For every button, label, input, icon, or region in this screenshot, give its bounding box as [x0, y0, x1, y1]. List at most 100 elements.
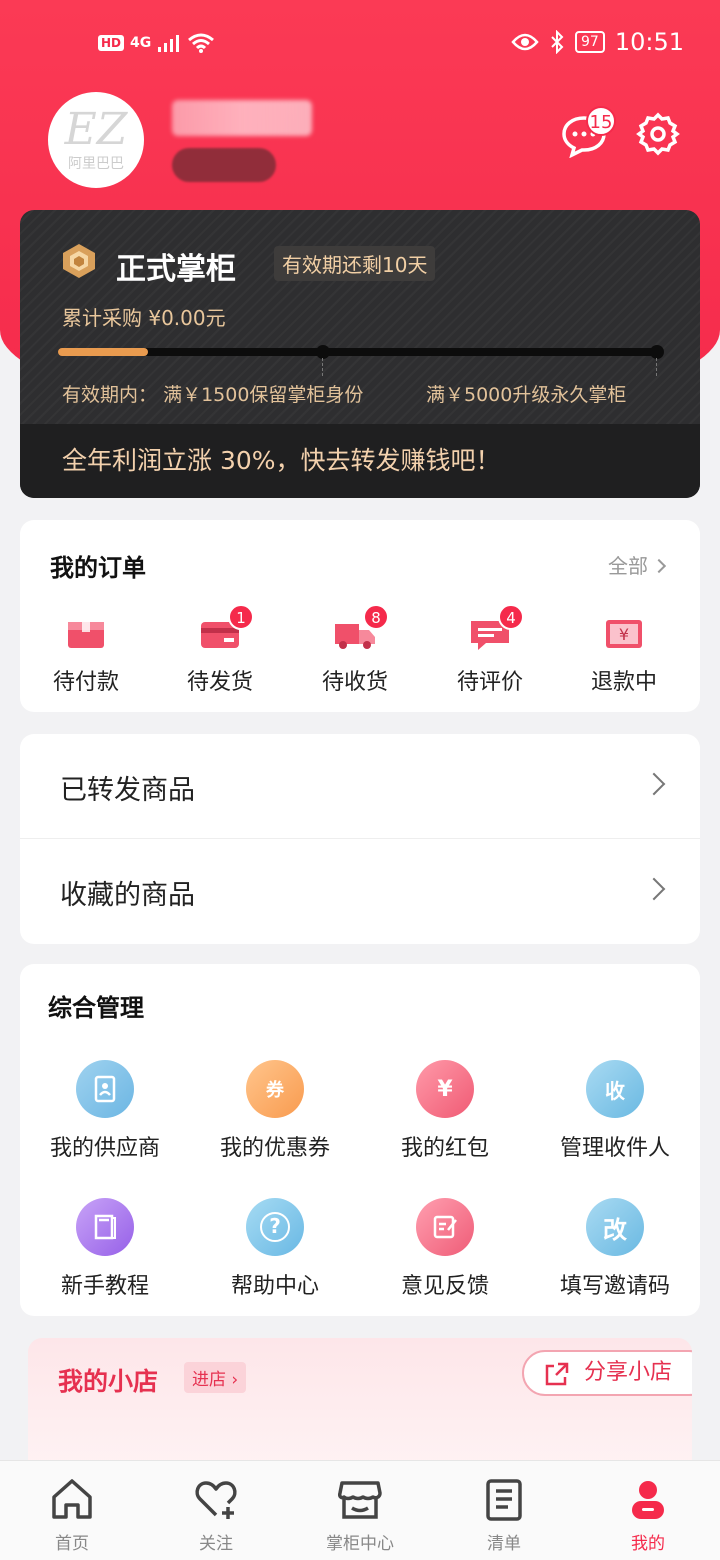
vip-promo-banner[interactable]: 全年利润立涨 30%，快去转发赚钱吧！ [20, 424, 700, 498]
order-pending-payment[interactable]: 待付款 [26, 616, 146, 696]
feedback-item[interactable]: 意见反馈 [360, 1198, 530, 1300]
tab-label: 我的 [631, 1534, 665, 1554]
order-count-badge: 4 [498, 604, 524, 630]
tutorial-item[interactable]: 新手教程 [20, 1198, 190, 1300]
clipboard-list-icon [486, 1479, 522, 1521]
vip-rule-keep: 有效期内： 满￥1500保留掌柜身份 [62, 380, 363, 407]
favorite-products-row[interactable]: 收藏的商品 [20, 839, 700, 943]
user-profile-icon [632, 1481, 664, 1519]
orders-card: 我的订单 全部 待付款 1 待发货 8 待收货 4 待评价 ¥ 退款中 [20, 520, 700, 712]
tab-mine[interactable]: 我的 [576, 1461, 720, 1560]
tab-label: 首页 [55, 1534, 89, 1554]
order-pending-receipt[interactable]: 8 待收货 [295, 604, 415, 696]
help-glyph: ? [260, 1212, 290, 1242]
heart-plus-icon [195, 1481, 237, 1519]
tab-list[interactable]: 清单 [432, 1461, 576, 1560]
progress-milestone-5000 [650, 345, 664, 359]
tab-label: 关注 [199, 1534, 233, 1554]
total-purchase: 累计采购 ¥0.00元 [62, 306, 226, 330]
store-icon [338, 1481, 382, 1519]
network-status: HD 4G [98, 32, 215, 54]
milestone-dash [656, 358, 657, 376]
avatar-logo-text: 阿里巴巴 [68, 156, 124, 172]
invite-code-icon: 改 [586, 1198, 644, 1256]
hd-badge: HD [98, 35, 125, 51]
management-title: 综合管理 [48, 994, 144, 1022]
book-icon [76, 1198, 134, 1256]
vip-progress-fill [58, 348, 148, 356]
vip-rule-label: 有效期内： [62, 384, 158, 406]
order-count-badge: 1 [228, 604, 254, 630]
vip-rule-keep-text: 满￥1500保留掌柜身份 [163, 384, 364, 406]
red-packet-icon: ¥ [416, 1060, 474, 1118]
share-shop-label: 分享小店 [584, 1360, 673, 1385]
supplier-item[interactable]: 我的供应商 [20, 1060, 190, 1162]
status-bar: HD 4G 97 10:51 [0, 20, 720, 70]
help-center-item[interactable]: ? 帮助中心 [190, 1198, 360, 1300]
shop-enter-button[interactable]: 进店 › [184, 1362, 247, 1393]
recipient-icon: 收 [586, 1060, 644, 1118]
order-refunding[interactable]: ¥ 退款中 [564, 616, 684, 696]
user-name-blurred [172, 100, 312, 136]
recipient-item[interactable]: 收 管理收件人 [530, 1060, 700, 1162]
favorite-products-label: 收藏的商品 [60, 880, 195, 911]
management-label: 意见反馈 [400, 1274, 489, 1299]
coupon-icon: 券 [246, 1060, 304, 1118]
chevron-right-icon [642, 877, 666, 901]
product-links-card: 已转发商品 收藏的商品 [20, 734, 700, 944]
order-label: 待付款 [52, 670, 119, 695]
management-label: 帮助中心 [230, 1274, 319, 1299]
order-label: 待评价 [456, 670, 523, 695]
order-label: 待发货 [186, 670, 253, 695]
management-label: 新手教程 [60, 1274, 149, 1299]
management-label: 我的优惠券 [219, 1136, 330, 1161]
management-label: 填写邀请码 [559, 1274, 670, 1299]
my-shop-card: 我的小店 进店 › 分享小店 [28, 1338, 692, 1478]
tab-label: 清单 [487, 1534, 521, 1554]
settings-gear-icon[interactable] [636, 112, 680, 156]
wifi-icon [188, 33, 215, 53]
bottom-tab-bar: 首页 关注 掌柜中心 清单 我的 [0, 1460, 720, 1560]
management-label: 管理收件人 [559, 1136, 670, 1161]
vip-progress-bar [58, 345, 664, 376]
tab-shopkeeper-center[interactable]: 掌柜中心 [288, 1461, 432, 1560]
network-type: 4G [130, 35, 152, 51]
bluetooth-icon [551, 30, 564, 54]
avatar-logo: EZ [64, 104, 128, 155]
tab-follow[interactable]: 关注 [144, 1461, 288, 1560]
invite-code-item[interactable]: 改 填写邀请码 [530, 1198, 700, 1300]
vip-cube-icon [63, 244, 95, 278]
order-pending-shipment[interactable]: 1 待发货 [160, 604, 280, 696]
milestone-dash [322, 358, 323, 376]
svg-text:¥: ¥ [619, 625, 629, 644]
home-icon [52, 1479, 92, 1519]
progress-milestone-1500 [316, 345, 330, 359]
contacts-icon [76, 1060, 134, 1118]
vip-rule-upgrade: 满￥5000升级永久掌柜 [426, 384, 627, 406]
share-shop-button[interactable]: 分享小店 [522, 1350, 692, 1396]
eye-icon [511, 33, 539, 51]
order-label: 退款中 [590, 670, 657, 695]
tab-home[interactable]: 首页 [0, 1461, 144, 1560]
management-card: 综合管理 我的供应商 券 我的优惠券 ¥ 我的红包 收 管理收件人 新手教程 ?… [20, 964, 700, 1316]
share-icon [545, 1362, 569, 1386]
chevron-right-icon [642, 772, 666, 796]
order-pending-review[interactable]: 4 待评价 [430, 604, 550, 696]
tab-label: 掌柜中心 [326, 1534, 394, 1554]
coupon-item[interactable]: 券 我的优惠券 [190, 1060, 360, 1162]
battery-level: 97 [575, 31, 605, 53]
message-count-badge: 15 [586, 106, 616, 136]
forwarded-products-row[interactable]: 已转发商品 [20, 734, 700, 838]
vip-validity: 有效期还剩10天 [274, 246, 436, 281]
orders-all-link[interactable]: 全部 [608, 550, 667, 579]
red-packet-item[interactable]: ¥ 我的红包 [360, 1060, 530, 1162]
vip-title: 正式掌柜 [116, 252, 236, 287]
feedback-icon [416, 1198, 474, 1256]
help-icon: ? [246, 1198, 304, 1256]
order-count-badge: 8 [363, 604, 389, 630]
vip-membership-card[interactable]: 正式掌柜 有效期还剩10天 累计采购 ¥0.00元 有效期内： 满￥1500保留… [20, 210, 700, 498]
clock: 10:51 [614, 28, 684, 56]
avatar[interactable]: EZ 阿里巴巴 [48, 92, 144, 188]
management-label: 我的红包 [400, 1136, 489, 1161]
wallet-icon [68, 620, 104, 648]
